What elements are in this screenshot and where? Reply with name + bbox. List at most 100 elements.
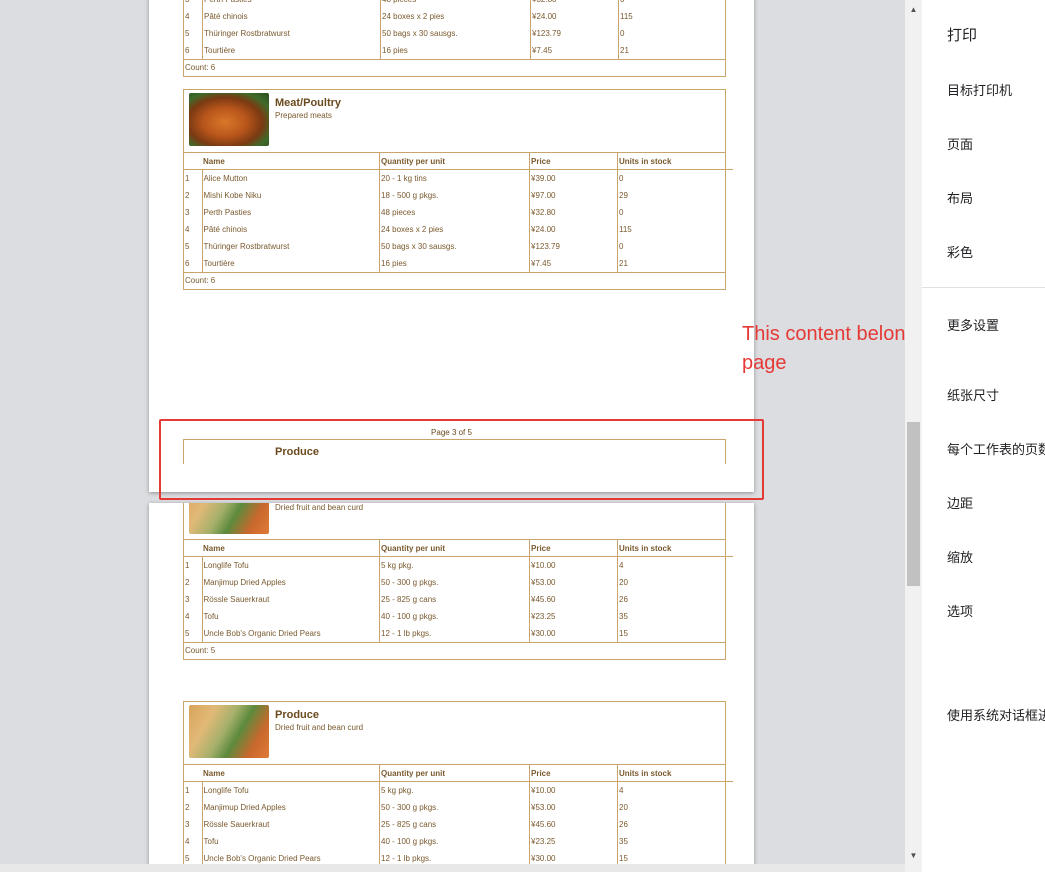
panel-divider <box>922 287 1045 288</box>
table-row: 3Perth Pasties48 pieces¥32.800 <box>184 0 734 8</box>
scale-label[interactable]: 缩放 <box>947 547 973 566</box>
category-header: Produce Dried fruit and bean curd <box>184 702 725 765</box>
color-label[interactable]: 彩色 <box>947 242 973 261</box>
product-name-cell: Rössle Sauerkraut <box>201 591 380 608</box>
price-cell: ¥24.00 <box>529 221 618 238</box>
category-image-meat <box>189 93 269 146</box>
row-index-cell: 6 <box>185 46 190 55</box>
units-in-stock-cell: 0 <box>617 169 733 187</box>
scroll-up-arrow-icon[interactable]: ▲ <box>905 5 922 14</box>
units-in-stock-cell: 4 <box>617 556 733 574</box>
scroll-down-arrow-icon[interactable]: ▼ <box>905 851 922 860</box>
row-index-cell: 4 <box>185 12 190 21</box>
preview-scrollbar[interactable]: ▲ ▼ <box>905 0 922 872</box>
units-in-stock-cell: 4 <box>617 781 733 799</box>
product-table: Name Quantity per unit Price Units in stock… <box>184 765 733 867</box>
table-row: 2 Mishi Kobe Niku 18 - 500 g pkgs. ¥97.00 29 <box>184 187 733 204</box>
pages-per-sheet-label[interactable]: 每个工作表的页数 <box>947 439 1045 458</box>
table-row: 6 Tourtière 16 pies ¥7.45 21 <box>184 42 734 59</box>
units-in-stock-cell: 20 <box>617 574 733 591</box>
price-cell: ¥39.00 <box>529 169 618 187</box>
row-index-cell: 2 <box>185 191 190 200</box>
count-label: Count: 5 <box>184 642 725 659</box>
product-name-cell: Manjimup Dried Apples <box>201 799 380 816</box>
units-in-stock-cell: 35 <box>617 833 733 850</box>
table-row: 4 Tofu 40 - 100 g pkgs. ¥23.25 35 <box>184 833 733 850</box>
quantity-per-unit-cell: 48 pieces <box>380 0 531 8</box>
row-index-cell: 4 <box>185 225 190 234</box>
print-title: 打印 <box>947 27 978 44</box>
product-name-cell: Uncle Bob's Organic Dried Pears <box>201 625 380 642</box>
quantity-per-unit-cell: 20 - 1 kg tins <box>379 169 530 187</box>
price-cell: ¥7.45 <box>530 42 619 59</box>
row-index-cell: 3 <box>185 820 190 829</box>
category-image-produce <box>189 503 269 534</box>
quantity-per-unit-cell: 24 boxes x 2 pies <box>380 8 531 25</box>
category-header: Meat/Poultry Prepared meats <box>184 90 725 153</box>
column-header: Name <box>202 153 380 170</box>
category-block-produce-continued: Dried fruit and bean curd Name Quantity p… <box>183 503 733 660</box>
layout-label[interactable]: 布局 <box>947 188 973 207</box>
annotation-highlight-box <box>159 419 764 500</box>
destination-label[interactable]: 目标打印机 <box>947 80 1012 99</box>
product-table: Name Quantity per unit Price Units in stock… <box>184 153 733 272</box>
column-header: Units in stock <box>617 765 733 782</box>
table-row: 4 Pâté chinois 24 boxes x 2 pies ¥24.00 115 <box>184 8 734 25</box>
category-name: Produce <box>275 709 320 721</box>
paper-size-label[interactable]: 纸张尺寸 <box>947 385 999 404</box>
product-name-cell: Longlife Tofu <box>201 781 380 799</box>
product-table: 3Perth Pasties48 pieces¥32.8004Pâté chin… <box>184 0 734 59</box>
category-description: Prepared meats <box>275 111 332 120</box>
product-name-cell: Rössle Sauerkraut <box>201 816 380 833</box>
table-body: 1 Longlife Tofu 5 kg pkg. ¥10.00 4 2 Manjimup … <box>184 556 733 642</box>
product-name-cell: Mishi Kobe Niku <box>201 187 380 204</box>
quantity-per-unit-cell: 16 pies <box>380 42 531 59</box>
product-name-cell: Perth Pasties <box>202 0 381 8</box>
units-in-stock-cell: 20 <box>617 799 733 816</box>
price-cell: ¥97.00 <box>529 187 618 204</box>
quantity-per-unit-cell: 40 - 100 g pkgs. <box>379 608 530 625</box>
quantity-per-unit-cell: 5 kg pkg. <box>379 781 530 799</box>
pages-label[interactable]: 页面 <box>947 134 973 153</box>
column-header: Price <box>529 153 618 170</box>
column-header <box>184 540 202 557</box>
product-name-cell: Thüringer Rostbratwurst <box>202 25 381 42</box>
quantity-per-unit-cell: 25 - 825 g cans <box>379 591 530 608</box>
quantity-per-unit-cell: 50 - 300 g pkgs. <box>379 574 530 591</box>
system-dialog-link[interactable]: 使用系统对话框进行打印 <box>947 705 1045 724</box>
table-row: 1 Alice Mutton 20 - 1 kg tins ¥39.00 0 <box>184 169 733 187</box>
column-header <box>184 153 202 170</box>
more-settings-label[interactable]: 更多设置 <box>947 315 999 334</box>
price-cell: ¥7.45 <box>529 255 618 272</box>
options-label[interactable]: 选项 <box>947 601 973 620</box>
quantity-per-unit-cell: 48 pieces <box>379 204 530 221</box>
scrollbar-thumb[interactable] <box>907 422 920 586</box>
table-header-row: Name Quantity per unit Price Units in stock <box>184 540 733 557</box>
row-index-cell: 5 <box>185 242 190 251</box>
product-table: Name Quantity per unit Price Units in stock… <box>184 540 733 642</box>
column-header: Price <box>529 540 618 557</box>
row-index-cell: 2 <box>185 803 190 812</box>
product-name-cell: Tofu <box>201 833 380 850</box>
product-name-cell: Alice Mutton <box>201 169 380 187</box>
price-cell: ¥30.00 <box>529 625 618 642</box>
product-name-cell: Longlife Tofu <box>201 556 380 574</box>
table-body: 1 Alice Mutton 20 - 1 kg tins ¥39.00 0 2 Mishi… <box>184 169 733 272</box>
table-header-row: Name Quantity per unit Price Units in stock <box>184 765 733 782</box>
margins-label[interactable]: 边距 <box>947 493 973 512</box>
product-name-cell: Thüringer Rostbratwurst <box>201 238 380 255</box>
product-name-cell: Manjimup Dried Apples <box>201 574 380 591</box>
product-name-cell: Tourtière <box>202 42 381 59</box>
bottom-strip <box>0 864 905 872</box>
units-in-stock-cell: 29 <box>617 187 733 204</box>
units-in-stock-cell: 0 <box>618 0 734 8</box>
table-row: 2 Manjimup Dried Apples 50 - 300 g pkgs. ¥5… <box>184 574 733 591</box>
report-page-4: Dried fruit and bean curd Name Quantity p… <box>149 503 754 872</box>
column-header: Quantity per unit <box>379 153 530 170</box>
row-index-cell: 3 <box>185 595 190 604</box>
product-name-cell: Pâté chinois <box>201 221 380 238</box>
category-block-meat: Meat/Poultry Prepared meats Name Quantity… <box>183 89 733 290</box>
units-in-stock-cell: 35 <box>617 608 733 625</box>
table-row: 4 Tofu 40 - 100 g pkgs. ¥23.25 35 <box>184 608 733 625</box>
row-index-cell: 4 <box>185 837 190 846</box>
